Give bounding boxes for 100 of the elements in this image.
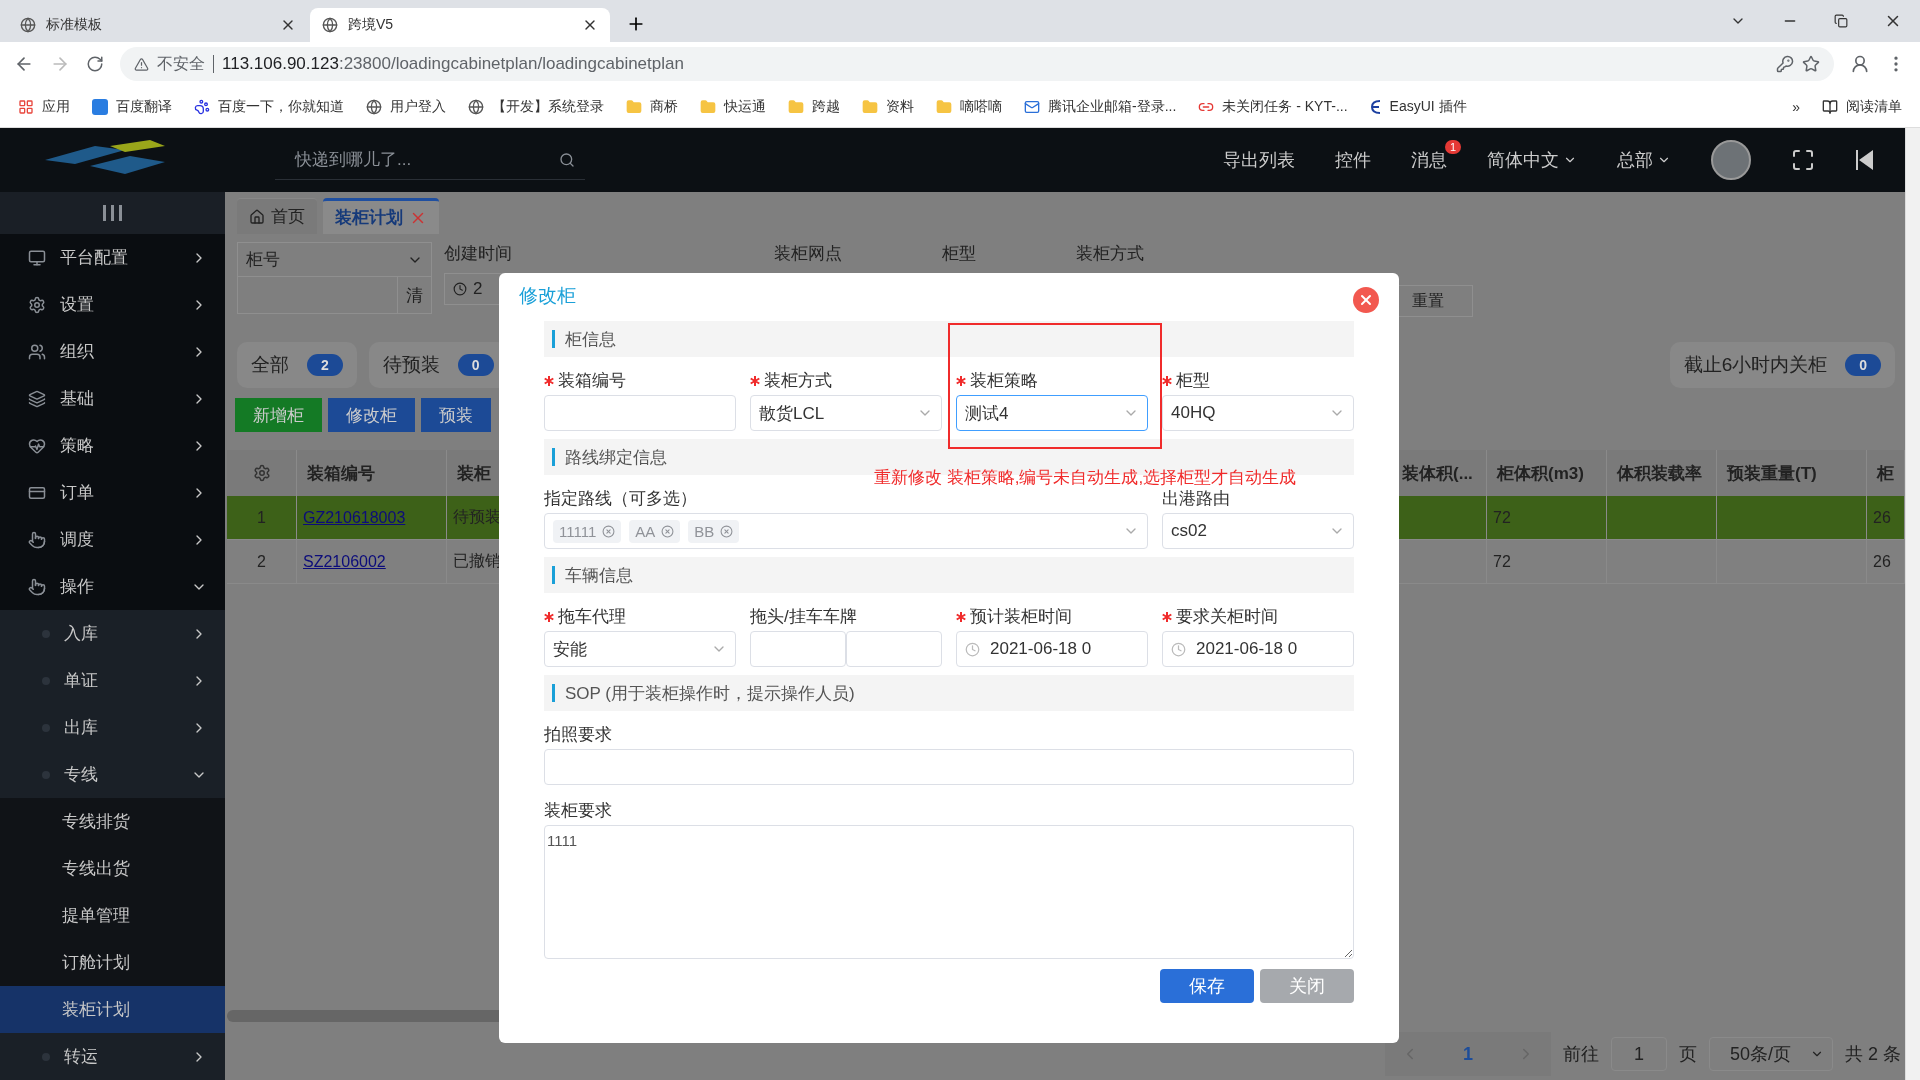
reading-list[interactable]: 阅读清单 [1822, 97, 1902, 116]
select-field[interactable]: 安能 [544, 631, 736, 667]
field-label: 装柜方式 [764, 371, 832, 391]
status-filter[interactable]: 全部 2 [237, 342, 357, 388]
bookmark[interactable]: 百度一下，你就知道 [194, 97, 344, 116]
menu-item-icon [28, 389, 46, 408]
clock-icon [453, 282, 467, 296]
bookmark[interactable]: 嘀嗒嘀 [936, 97, 1002, 116]
bookmark[interactable]: 快运通 [700, 97, 766, 116]
select-field[interactable]: cs02 [1162, 513, 1354, 549]
collapse-icon[interactable] [1855, 149, 1875, 171]
bookmark[interactable]: 【开发】系统登录 [468, 97, 604, 116]
org-menu[interactable]: 总部 [1617, 148, 1671, 172]
address-bar[interactable]: 不安全 113.106.90.123:23800/loadingcabinetplan/loadingcabinetplan [120, 47, 1834, 81]
select-field[interactable]: 散货LCL [750, 395, 942, 431]
folder-icon [862, 98, 878, 115]
avatar[interactable] [1711, 140, 1751, 180]
close-button[interactable] [1353, 287, 1379, 313]
bookmark[interactable]: 未关闭任务 - KYT-... [1198, 97, 1348, 116]
filter-label: 柜型 [942, 243, 976, 265]
header-link[interactable]: 导出列表 [1223, 148, 1295, 172]
security-label: 不安全 [157, 53, 205, 74]
language-menu[interactable]: 简体中文 [1487, 148, 1577, 172]
count-badge: 1 [1444, 140, 1461, 154]
page-tab[interactable]: 首页 [237, 198, 317, 234]
section-header: SOP (用于装柜操作时，提示操作人员) [544, 675, 1354, 711]
status-filter[interactable]: 截止6小时内关柜 0 [1669, 342, 1895, 388]
restore-icon[interactable] [1834, 14, 1848, 28]
search-icon [559, 151, 575, 168]
page-input[interactable]: 1 [1611, 1037, 1667, 1071]
field-label: 装柜要求 [544, 801, 612, 821]
sidebar-item[interactable]: 订舱计划 [0, 939, 225, 986]
remove-icon[interactable] [602, 524, 616, 538]
bookmark[interactable]: 用户登入 [366, 97, 446, 116]
table-cell: 72 [1487, 540, 1607, 584]
messages-link[interactable]: 消息 [1411, 148, 1447, 172]
text-field[interactable] [544, 395, 736, 431]
bookmark[interactable]: 商桥 [626, 97, 678, 116]
count-badge: 0 [457, 354, 494, 376]
remove-icon[interactable] [720, 524, 734, 538]
remove-icon[interactable] [661, 524, 675, 538]
browser-tab[interactable]: 标准模板 [8, 8, 308, 42]
page-size-select[interactable]: 50条/页 [1709, 1037, 1833, 1071]
menu-item-icon [28, 577, 46, 596]
close-icon [1358, 292, 1374, 308]
sidebar-item[interactable]: 出库 [0, 704, 225, 751]
bookmark[interactable]: 百度翻译 [92, 97, 172, 116]
sidebar-item[interactable]: 转运 [0, 1033, 225, 1080]
bookmark[interactable]: 跨越 [788, 97, 840, 116]
select-field[interactable]: 测试4 [956, 395, 1148, 431]
settings-icon [252, 464, 271, 482]
sidebar-item[interactable]: 专线排货 [0, 798, 225, 845]
sidebar-item[interactable]: 装柜计划 [0, 986, 225, 1033]
text-field[interactable] [544, 749, 1354, 785]
header-link[interactable]: 控件 [1335, 148, 1371, 172]
bars-icon [101, 205, 124, 221]
sidebar-item[interactable]: 入库 [0, 610, 225, 657]
date-field[interactable]: 2021-06-18 0 [956, 631, 1148, 667]
filter-label: 装柜网点 [774, 243, 842, 265]
bookmark[interactable]: 应用 [18, 97, 70, 116]
column-header: 装箱编号 [297, 450, 447, 496]
bookmark[interactable]: EasyUI 插件 [1369, 97, 1467, 116]
route-tag: BB [688, 519, 740, 543]
field-label: 拍照要求 [544, 725, 612, 745]
bookmark[interactable]: 资料 [862, 97, 914, 116]
bookmark-star-icon[interactable] [1802, 55, 1820, 73]
route-tag: 11111 [553, 519, 622, 543]
row-index: 1 [227, 496, 297, 540]
sidebar-toggle[interactable] [0, 192, 225, 234]
bookmark[interactable]: 腾讯企业邮箱-登录... [1024, 97, 1177, 116]
code-link[interactable]: SZ2106002 [303, 552, 386, 571]
section-header: 车辆信息 [544, 557, 1354, 593]
url-host: 113.106.90.123 [222, 54, 339, 74]
fullscreen-icon[interactable] [1791, 148, 1815, 172]
search-field[interactable]: 快递到哪儿了... [275, 140, 585, 180]
row-index: 2 [227, 540, 297, 584]
more-bookmarks[interactable]: » [1792, 98, 1800, 115]
reading-list-icon [1822, 98, 1838, 115]
action-button[interactable]: 修改柜 [328, 398, 415, 432]
field-label: 柜型 [1176, 371, 1210, 391]
tab-favicon-icon [322, 17, 338, 33]
sidebar-item[interactable]: 专线 [0, 751, 225, 798]
sidebar-item[interactable]: 单证 [0, 657, 225, 704]
profile-icon[interactable] [1850, 54, 1870, 74]
page-scrollbar[interactable] [1905, 128, 1920, 1080]
dialog-title: 修改柜 [519, 284, 577, 308]
field-label: 装箱编号 [558, 371, 626, 391]
reload-icon[interactable] [86, 55, 104, 73]
action-button[interactable]: 预装 [421, 398, 491, 432]
text-field[interactable] [750, 631, 846, 667]
text-area[interactable]: 1111 [544, 825, 1354, 959]
dialog-button[interactable]: 保存 [1160, 969, 1254, 1003]
select-field[interactable]: 40HQ [1162, 395, 1354, 431]
key-icon[interactable] [1776, 55, 1794, 73]
text-field[interactable] [846, 631, 942, 667]
browser-tab[interactable]: 跨境V5 [310, 8, 610, 42]
sidebar-item[interactable]: 提单管理 [0, 892, 225, 939]
date-field[interactable]: 2021-06-18 0 [1162, 631, 1354, 667]
tab-favicon-icon [20, 17, 36, 33]
sidebar-item[interactable]: 专线出货 [0, 845, 225, 892]
